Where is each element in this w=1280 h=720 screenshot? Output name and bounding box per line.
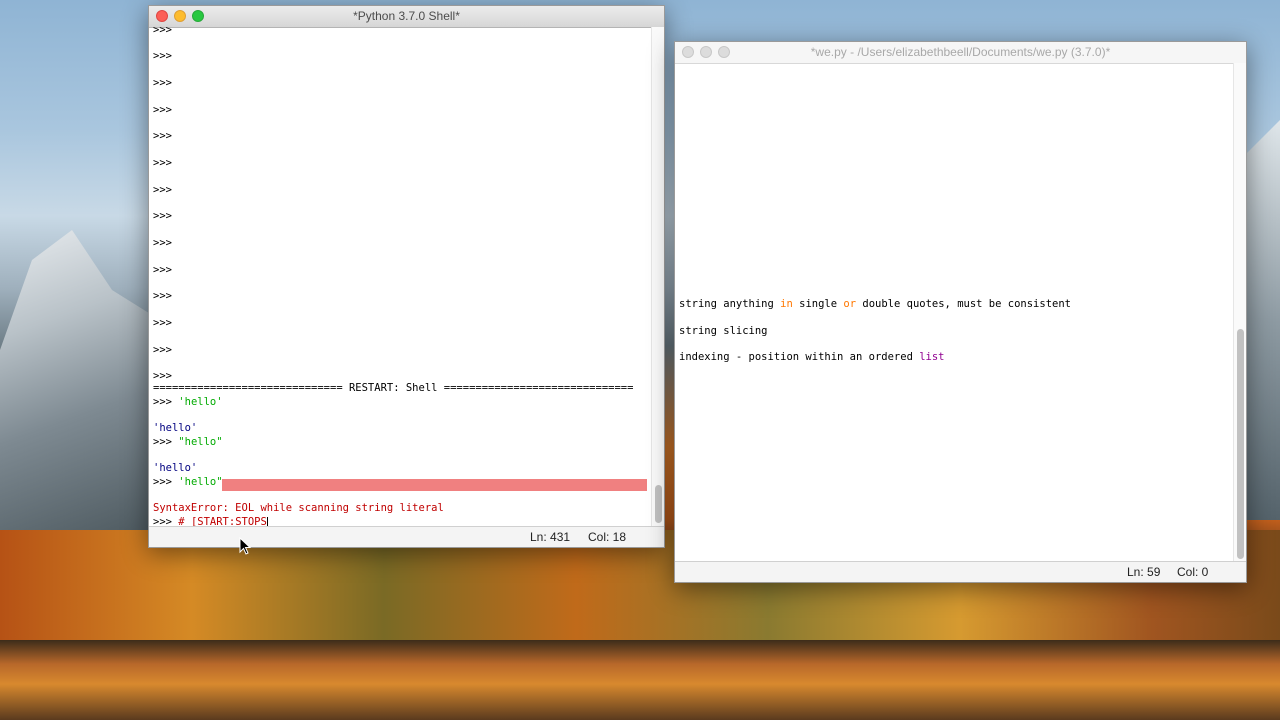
- shell-prompt-line: >>>: [153, 317, 172, 329]
- prompt-marker: >>>: [153, 476, 172, 488]
- code-text: single: [792, 298, 844, 310]
- minimize-button[interactable]: [174, 10, 186, 22]
- code-line: string slicing: [679, 325, 768, 337]
- line-number: Ln: 431: [530, 530, 571, 544]
- keyword-token: or: [843, 298, 857, 310]
- column-number: Col: 0: [1177, 565, 1209, 579]
- builtin-token: list: [919, 351, 945, 363]
- shell-prompt-line: >>>: [153, 290, 172, 302]
- editor-scrollbar[interactable]: [1233, 63, 1246, 561]
- code-line: string anything in single or double quot…: [679, 297, 1071, 311]
- shell-prompt-line: >>>: [153, 77, 172, 89]
- shell-prompt-line: >>>: [153, 157, 172, 169]
- shell-current-input-line[interactable]: >>> # [START:STOPS: [153, 515, 268, 526]
- close-button[interactable]: [682, 46, 694, 58]
- shell-input-line: >>> 'hello': [153, 395, 223, 409]
- shell-prompt-line: >>>: [153, 184, 172, 196]
- shell-input-line: >>> 'hello": [153, 475, 223, 489]
- shell-prompt-line: >>>: [153, 344, 172, 356]
- editor-text-area[interactable]: string anything in single or double quot…: [675, 63, 1233, 561]
- shell-scrollbar[interactable]: [651, 27, 664, 526]
- shell-prompt-line: >>>: [153, 50, 172, 62]
- python-shell-window[interactable]: *Python 3.7.0 Shell* >>> >>> >>> >>> >>>…: [148, 5, 665, 548]
- shell-text-area[interactable]: >>> >>> >>> >>> >>> >>> >>> >>> >>> >>> …: [149, 27, 651, 526]
- minimize-button[interactable]: [700, 46, 712, 58]
- text-cursor: [266, 516, 268, 526]
- string-literal: 'hello': [178, 396, 223, 408]
- shell-input-line: >>> "hello": [153, 435, 223, 449]
- shell-scrollbar-thumb[interactable]: [655, 485, 662, 523]
- editor-scrollbar-thumb[interactable]: [1237, 329, 1244, 559]
- shell-prompt-line: >>>: [153, 27, 172, 36]
- mouse-pointer-icon: [239, 537, 251, 555]
- shell-prompt-line: >>>: [153, 130, 172, 142]
- close-button[interactable]: [156, 10, 168, 22]
- prompt-marker: >>>: [153, 516, 172, 526]
- syntax-error-message: SyntaxError: EOL while scanning string l…: [153, 502, 444, 514]
- maximize-button[interactable]: [192, 10, 204, 22]
- prompt-marker: >>>: [153, 436, 172, 448]
- code-text: indexing - position within an ordered: [679, 351, 920, 363]
- code-line: indexing - position within an ordered li…: [679, 350, 945, 364]
- current-input-text[interactable]: # [START:STOPS: [178, 516, 267, 526]
- shell-prompt-line: >>>: [153, 210, 172, 222]
- keyword-token: in: [780, 298, 793, 310]
- string-literal: 'hello": [178, 476, 223, 488]
- editor-title: *we.py - /Users/elizabethbeell/Documents…: [810, 45, 1111, 59]
- code-text: string anything: [679, 298, 781, 310]
- prompt-marker: >>>: [153, 396, 172, 408]
- code-text: double quotes, must be consistent: [856, 298, 1071, 310]
- shell-prompt-line: >>>: [153, 104, 172, 116]
- editor-titlebar[interactable]: *we.py - /Users/elizabethbeell/Documents…: [675, 42, 1246, 64]
- editor-statusbar: Ln: 59 Col: 0: [675, 561, 1246, 582]
- shell-prompt-line: >>>: [153, 237, 172, 249]
- shell-statusbar: Ln: 431 Col: 18: [149, 526, 664, 547]
- shell-titlebar[interactable]: *Python 3.7.0 Shell*: [149, 6, 664, 28]
- column-number: Col: 18: [588, 530, 627, 544]
- shell-title: *Python 3.7.0 Shell*: [353, 9, 460, 23]
- editor-window[interactable]: *we.py - /Users/elizabethbeell/Documents…: [674, 41, 1247, 583]
- line-number: Ln: 59: [1127, 565, 1161, 579]
- wallpaper-mountain-left: [0, 230, 160, 530]
- string-literal: "hello": [178, 436, 223, 448]
- wallpaper-lake: [0, 640, 1280, 720]
- restart-separator: ============================== RESTART: …: [153, 382, 634, 394]
- shell-prompt-line: >>>: [153, 264, 172, 276]
- shell-output-line: 'hello': [153, 422, 198, 434]
- syntax-error-highlight: [222, 479, 647, 491]
- shell-output-line: 'hello': [153, 462, 198, 474]
- maximize-button[interactable]: [718, 46, 730, 58]
